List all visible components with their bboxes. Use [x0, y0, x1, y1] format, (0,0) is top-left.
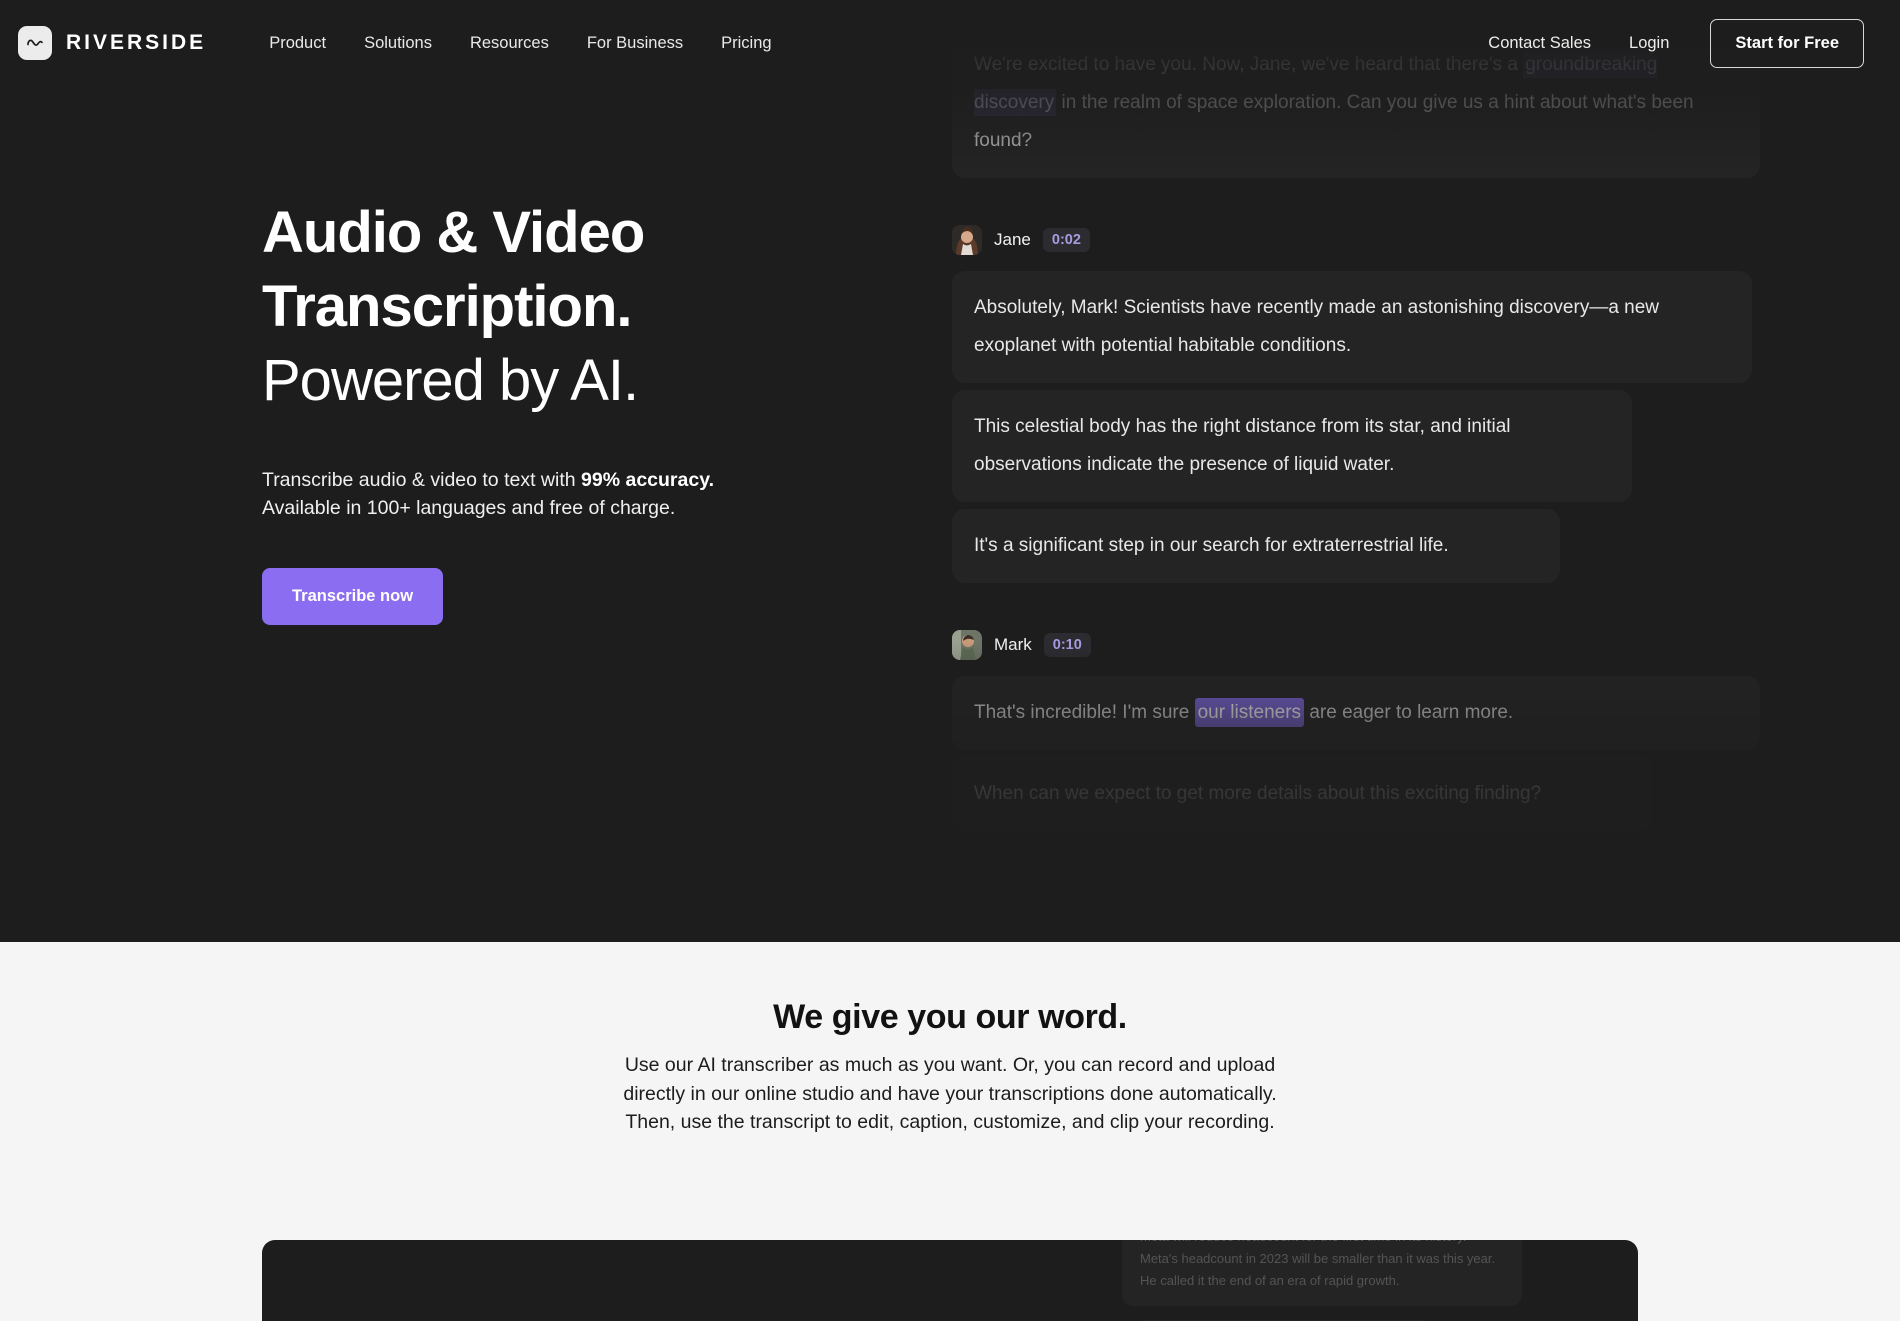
- avatar-jane: [952, 225, 982, 255]
- speaker-name: Jane: [994, 230, 1031, 249]
- nav-links: Product Solutions Resources For Business…: [250, 34, 790, 53]
- subcopy-accuracy: 99% accuracy.: [581, 469, 715, 491]
- preview-transcript-bubble: meta will reduce headcount for the first…: [1122, 1240, 1522, 1306]
- promise-body: Use our AI transcriber as much as you wa…: [623, 1054, 1277, 1133]
- promise-title: We give you our word.: [773, 998, 1127, 1036]
- transcript-bubble[interactable]: This celestial body has the right distan…: [952, 390, 1632, 502]
- headline-line-2: Transcription.: [262, 274, 633, 339]
- bubble-text-part: Absolutely, Mark! Scientists have recent…: [974, 297, 1660, 356]
- transcript-bubble[interactable]: When can we expect to get more details a…: [952, 757, 1652, 831]
- nav-item-pricing[interactable]: Pricing: [702, 34, 790, 53]
- highlight-our-listeners[interactable]: our listeners: [1194, 698, 1305, 727]
- bubble-text-part: in the realm of space exploration. Can y…: [974, 92, 1694, 151]
- nav-item-resources[interactable]: Resources: [451, 34, 568, 53]
- nav-right-actions: Contact Sales Login Start for Free: [1469, 18, 1864, 68]
- hero-subcopy: Transcribe audio & video to text with 99…: [262, 466, 882, 522]
- subcopy-line-2: Available in 100+ languages and free of …: [262, 497, 676, 519]
- transcript-speaker-row: Mark 0:10: [952, 630, 1800, 660]
- bubble-text-part: It's a significant step in our search fo…: [974, 535, 1449, 556]
- top-navigation: RIVERSIDE Product Solutions Resources Fo…: [0, 0, 1900, 86]
- start-for-free-button[interactable]: Start for Free: [1710, 18, 1864, 68]
- brand-name: RIVERSIDE: [66, 31, 207, 54]
- bubble-text-part: This celestial body has the right distan…: [974, 416, 1511, 475]
- timestamp-badge[interactable]: 0:02: [1042, 227, 1090, 253]
- nav-item-product[interactable]: Product: [250, 34, 345, 53]
- preview-transcript-text: meta will reduce headcount for the first…: [1140, 1240, 1496, 1288]
- speaker-name: Mark: [994, 635, 1032, 654]
- login-link[interactable]: Login: [1610, 34, 1688, 53]
- bottom-preview-card[interactable]: meta will reduce headcount for the first…: [262, 1240, 1638, 1321]
- transcript-bubble[interactable]: That's incredible! I'm sure our listener…: [952, 676, 1760, 750]
- hero-section: RIVERSIDE Product Solutions Resources Fo…: [0, 0, 1900, 942]
- contact-sales-link[interactable]: Contact Sales: [1469, 34, 1610, 53]
- transcript-speaker-row: Jane 0:02: [952, 225, 1800, 255]
- transcript-bubble[interactable]: Absolutely, Mark! Scientists have recent…: [952, 271, 1752, 383]
- bubble-text-part: That's incredible! I'm sure: [974, 702, 1195, 723]
- transcript-list: Mark 0:10 We're excited to have you. Now…: [940, 0, 1800, 942]
- transcript-bubble[interactable]: It's a significant step in our search fo…: [952, 509, 1560, 583]
- brand-logo[interactable]: RIVERSIDE: [18, 26, 206, 60]
- waveform-icon: [18, 26, 52, 60]
- bubble-text-part: When can we expect to get more details a…: [974, 783, 1542, 804]
- headline-line-1: Audio & Video: [262, 200, 645, 265]
- hero-headline: Audio & Video Transcription. Powered by …: [262, 196, 882, 418]
- hero-copy: Audio & Video Transcription. Powered by …: [262, 196, 882, 625]
- bubble-text-part: are eager to learn more.: [1304, 702, 1514, 723]
- nav-item-for-business[interactable]: For Business: [568, 34, 702, 53]
- timestamp-badge[interactable]: 0:10: [1043, 632, 1091, 658]
- avatar-mark: [952, 630, 982, 660]
- subcopy-line-1-plain: Transcribe audio & video to text with: [262, 469, 582, 491]
- headline-line-3: Powered by AI.: [262, 348, 639, 413]
- transcribe-now-button[interactable]: Transcribe now: [262, 568, 444, 625]
- nav-item-solutions[interactable]: Solutions: [345, 34, 451, 53]
- transcript-panel[interactable]: Mark 0:10 We're excited to have you. Now…: [940, 0, 1800, 942]
- promise-section: We give you our word. Use our AI transcr…: [0, 942, 1900, 1321]
